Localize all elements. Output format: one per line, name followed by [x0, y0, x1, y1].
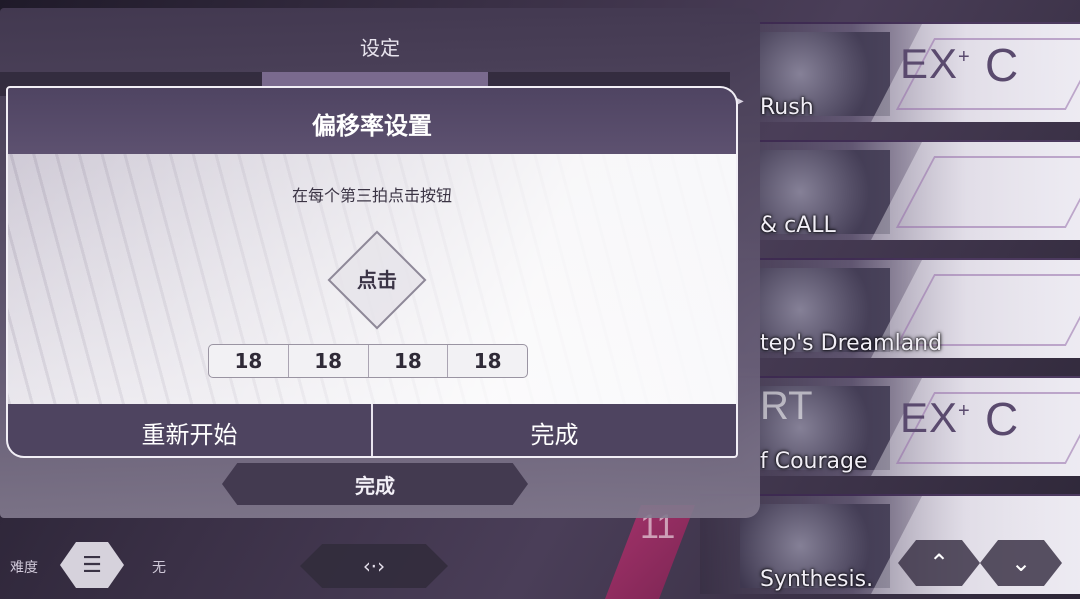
instruction-text: 在每个第三拍点击按钮	[291, 186, 452, 205]
dialog-done-button[interactable]: 完成	[373, 404, 736, 456]
song-difficulty: EX+	[900, 40, 971, 87]
song-title: Synthesis.	[760, 567, 874, 592]
offset-dialog: 偏移率设置 在每个第三拍点击按钮 点击 18 18 18 18 重新开始 完成	[6, 86, 738, 458]
dialog-header: 偏移率设置	[8, 88, 736, 154]
song-title: Rush	[760, 95, 814, 120]
dialog-title: 偏移率设置	[312, 112, 432, 140]
chevron-up-icon: ⌃	[928, 549, 950, 577]
settings-done-button[interactable]: 完成	[222, 463, 528, 505]
dialog-body: 在每个第三拍点击按钮 点击 18 18 18 18	[8, 154, 736, 404]
difficulty-label: 难度	[10, 560, 38, 576]
tap-value: 18	[473, 349, 502, 373]
song-ghost-text: RT	[760, 384, 813, 428]
dialog-footer: 重新开始 完成	[8, 404, 736, 456]
tap-value: 18	[369, 345, 449, 377]
tap-value: 18	[209, 345, 289, 377]
filter-value: 无	[152, 560, 166, 576]
song-title: & cALL	[760, 213, 836, 238]
song-grade: C	[985, 393, 1019, 445]
song-title: f Courage	[760, 449, 868, 474]
tap-value: 18	[289, 345, 369, 377]
song-grade: C	[985, 39, 1019, 91]
diamond-arrows-icon: ‹⋅›	[362, 554, 386, 578]
settings-title: 设定	[360, 36, 400, 60]
sliders-icon: ☰	[82, 552, 102, 578]
tap-values-readout: 18 18 18 18	[208, 344, 528, 378]
restart-button[interactable]: 重新开始	[8, 404, 373, 456]
song-difficulty: EX+	[900, 394, 971, 441]
chevron-down-icon: ⌄	[1010, 549, 1032, 577]
random-button[interactable]: ‹⋅›	[300, 544, 448, 588]
tap-button-label[interactable]: 点击	[327, 264, 427, 293]
song-title: tep's Dreamland	[760, 331, 943, 356]
